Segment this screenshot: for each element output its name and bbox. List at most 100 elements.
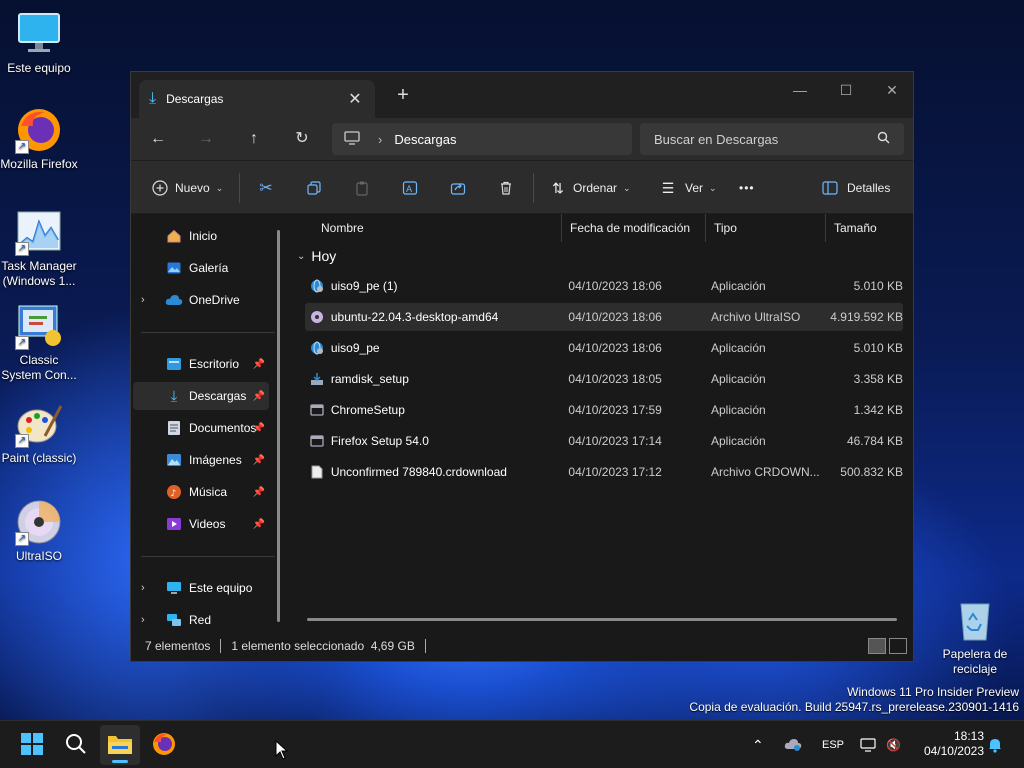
pin-icon: 📌 bbox=[252, 422, 265, 434]
desktop-icon-control-panel[interactable]: ↗ Classic System Con... bbox=[0, 302, 79, 383]
desktop-icon-task-manager[interactable]: ↗ Task Manager (Windows 1... bbox=[0, 208, 79, 289]
close-button[interactable]: ✕ bbox=[869, 76, 915, 104]
maximize-button[interactable]: ☐ bbox=[823, 76, 869, 104]
details-pane-button[interactable]: Detalles bbox=[819, 175, 890, 201]
desktop-icon-este-equipo[interactable]: Este equipo bbox=[0, 10, 79, 76]
chevron-down-icon: ⌄ bbox=[297, 250, 306, 262]
sidebar-item-label: Galería bbox=[189, 261, 229, 275]
sidebar-item-descargas[interactable]: ⤓ Descargas 📌 bbox=[133, 382, 269, 410]
sidebar-item-red[interactable]: › Red bbox=[133, 606, 269, 634]
sidebar-item-escritorio[interactable]: Escritorio 📌 bbox=[133, 350, 269, 378]
desktop-icon-firefox[interactable]: ↗ Mozilla Firefox bbox=[0, 106, 79, 172]
sidebar-scrollbar[interactable] bbox=[277, 230, 280, 622]
up-button[interactable]: ↑ bbox=[239, 127, 269, 151]
view-button[interactable]: ☰ Ver ⌄ bbox=[657, 175, 717, 201]
svg-text:A: A bbox=[406, 185, 413, 195]
refresh-button[interactable]: ↻ bbox=[287, 127, 317, 151]
breadcrumb-separator: › bbox=[378, 131, 383, 147]
search-icon bbox=[877, 131, 890, 147]
new-tab-button[interactable]: + bbox=[391, 84, 415, 107]
desktop-icon-label: Este equipo bbox=[7, 61, 71, 75]
sidebar-item-inicio[interactable]: Inicio bbox=[133, 222, 269, 250]
explorer-content: Inicio Galería › OneDrive Escritorio 📌 ⤓… bbox=[131, 214, 913, 631]
taskbar: ⌃ ESP 🔇 18:13 04/10/2023 bbox=[0, 720, 1024, 768]
forward-button[interactable]: → bbox=[191, 127, 221, 151]
desktop-icon-ultraiso[interactable]: ↗ UltraISO bbox=[0, 498, 79, 564]
address-bar-row: ← → ↑ ↻ › Descargas Buscar en Descargas bbox=[131, 118, 913, 160]
title-bar[interactable]: ⤓ Descargas ✕ + — ☐ ✕ bbox=[131, 72, 913, 118]
column-header-type[interactable]: Tipo bbox=[705, 214, 825, 242]
sidebar-item-label: Red bbox=[189, 613, 212, 627]
sort-label: Ordenar bbox=[573, 181, 618, 195]
clock-date: 04/10/2023 bbox=[923, 744, 984, 758]
active-indicator bbox=[112, 760, 128, 763]
desktop-icon-paint[interactable]: ↗ Paint (classic) bbox=[0, 400, 79, 466]
column-header-size[interactable]: Tamaño bbox=[825, 214, 905, 242]
more-options-button[interactable]: ••• bbox=[739, 175, 755, 201]
globe-app-icon bbox=[309, 278, 325, 294]
copy-button[interactable] bbox=[303, 175, 325, 201]
notification-bell-icon[interactable] bbox=[988, 721, 1002, 768]
sidebar-item-imagenes[interactable]: Imágenes 📌 bbox=[133, 446, 269, 474]
network-icon bbox=[165, 611, 183, 629]
desktop-icon-recycle-bin[interactable]: Papelera de reciclaje bbox=[935, 596, 1015, 677]
search-button[interactable] bbox=[56, 725, 96, 765]
clipboard-icon bbox=[351, 177, 373, 199]
breadcrumb-location[interactable]: Descargas bbox=[394, 132, 456, 147]
sidebar-item-este-equipo[interactable]: › Este equipo bbox=[133, 574, 269, 602]
address-field[interactable]: › Descargas bbox=[332, 123, 632, 155]
large-icons-view-icon[interactable] bbox=[889, 638, 907, 654]
download-icon: ⤓ bbox=[170, 387, 178, 405]
column-header-date[interactable]: Fecha de modificación bbox=[561, 214, 705, 242]
file-explorer-taskbar-button[interactable] bbox=[100, 725, 140, 765]
rename-button[interactable]: A bbox=[399, 175, 421, 201]
share-button[interactable] bbox=[447, 175, 469, 201]
column-header-name[interactable]: Nombre bbox=[291, 214, 561, 242]
paste-button[interactable] bbox=[351, 175, 373, 201]
file-explorer-window[interactable]: ⤓ Descargas ✕ + — ☐ ✕ ← → ↑ ↻ › Descarga… bbox=[130, 71, 914, 662]
clock[interactable]: 18:13 04/10/2023 bbox=[924, 729, 984, 759]
sidebar-item-label: Este equipo bbox=[189, 581, 253, 595]
table-row[interactable]: ChromeSetup 04/10/2023 17:59 Aplicación … bbox=[305, 396, 903, 424]
cut-button[interactable]: ✂ bbox=[255, 175, 277, 201]
search-input[interactable]: Buscar en Descargas bbox=[640, 123, 904, 155]
file-list[interactable]: Nombre Fecha de modificación Tipo Tamaño… bbox=[291, 214, 913, 631]
tab-close-icon[interactable]: ✕ bbox=[345, 89, 365, 109]
chevron-down-icon: ⌄ bbox=[623, 182, 631, 193]
sort-button[interactable]: ⇅ Ordenar ⌄ bbox=[547, 175, 631, 201]
details-view-icon[interactable] bbox=[868, 638, 886, 654]
onedrive-tray-icon[interactable] bbox=[784, 721, 802, 768]
table-row[interactable]: ramdisk_setup 04/10/2023 18:05 Aplicació… bbox=[305, 365, 903, 393]
table-row[interactable]: Firefox Setup 54.0 04/10/2023 17:14 Apli… bbox=[305, 427, 903, 455]
sidebar-item-musica[interactable]: ♪ Música 📌 bbox=[133, 478, 269, 506]
table-row[interactable]: uiso9_pe 04/10/2023 18:06 Aplicación 5.0… bbox=[305, 334, 903, 362]
search-icon bbox=[65, 733, 87, 758]
sidebar-item-onedrive[interactable]: › OneDrive bbox=[133, 286, 269, 314]
table-row[interactable]: uiso9_pe (1) 04/10/2023 18:06 Aplicación… bbox=[305, 272, 903, 300]
start-button[interactable] bbox=[12, 725, 52, 765]
sidebar-item-videos[interactable]: Videos 📌 bbox=[133, 510, 269, 538]
table-row[interactable]: ubuntu-22.04.3-desktop-amd64 04/10/2023 … bbox=[305, 303, 903, 331]
volume-muted-icon[interactable]: 🔇 bbox=[886, 721, 901, 768]
horizontal-scrollbar[interactable] bbox=[307, 618, 897, 621]
delete-button[interactable] bbox=[495, 175, 517, 201]
network-icon[interactable] bbox=[860, 721, 878, 768]
table-row[interactable]: Unconfirmed 789840.crdownload 04/10/2023… bbox=[305, 458, 903, 486]
expand-chevron-icon[interactable]: › bbox=[141, 294, 155, 306]
show-hidden-icons-button[interactable]: ⌃ bbox=[752, 721, 764, 768]
back-button[interactable]: ← bbox=[143, 127, 173, 151]
navigation-pane[interactable]: Inicio Galería › OneDrive Escritorio 📌 ⤓… bbox=[131, 214, 287, 631]
sidebar-item-galeria[interactable]: Galería bbox=[133, 254, 269, 282]
monitor-icon bbox=[15, 10, 63, 58]
minimize-button[interactable]: — bbox=[777, 76, 823, 104]
expand-chevron-icon[interactable]: › bbox=[141, 582, 155, 594]
firefox-taskbar-button[interactable] bbox=[144, 725, 184, 765]
language-indicator[interactable]: ESP bbox=[822, 721, 844, 768]
pin-icon: 📌 bbox=[252, 486, 265, 498]
new-button[interactable]: Nuevo ⌄ bbox=[149, 175, 223, 201]
sidebar-item-documentos[interactable]: Documentos 📌 bbox=[133, 414, 269, 442]
folder-icon bbox=[107, 733, 133, 758]
group-header-today[interactable]: ⌄ Hoy bbox=[297, 248, 336, 264]
tab-descargas[interactable]: ⤓ Descargas ✕ bbox=[139, 80, 375, 118]
expand-chevron-icon[interactable]: › bbox=[141, 614, 155, 626]
